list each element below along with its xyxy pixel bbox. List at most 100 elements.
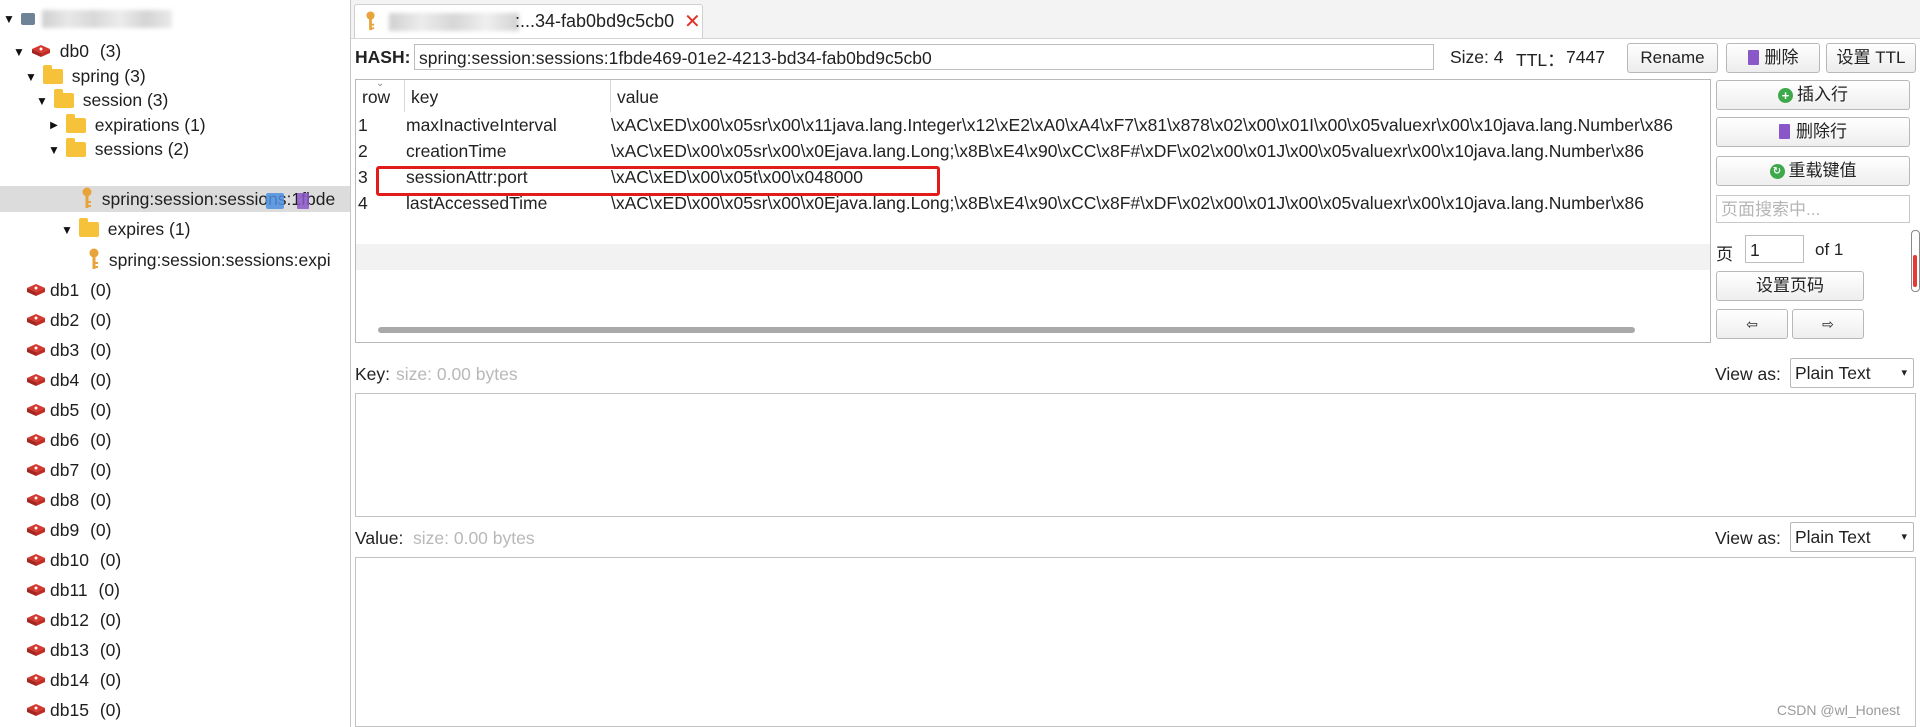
cell-row: 1 [358, 115, 368, 135]
sort-indicator-icon: ⌄ [376, 79, 385, 89]
tree-node-label: expires (1) [107, 219, 191, 239]
tree-db[interactable]: db6 (0) [26, 427, 111, 453]
tree-db[interactable]: db3 (0) [26, 337, 111, 363]
insert-row-button[interactable]: + 插入行 [1716, 80, 1910, 110]
column-header-key[interactable]: key [411, 80, 438, 112]
tree-folder-sessions[interactable]: ▼ sessions (2) [47, 136, 189, 162]
tree-db[interactable]: db12 (0) [26, 607, 121, 633]
column-divider[interactable] [610, 80, 611, 112]
db-name: db11 [50, 580, 88, 600]
tree-db[interactable]: db4 (0) [26, 367, 111, 393]
tree-db[interactable]: db14 (0) [26, 667, 121, 693]
column-header-value[interactable]: value [617, 80, 659, 112]
page-number-input[interactable]: 1 [1745, 235, 1804, 263]
trash-overlay-icon [297, 193, 309, 209]
expand-toggle-icon[interactable]: ▼ [12, 39, 26, 65]
expand-toggle-icon[interactable]: ▼ [60, 217, 74, 243]
value-format-value: Plain Text [1795, 527, 1871, 547]
key-icon [366, 11, 375, 31]
tree-db[interactable]: db15 (0) [26, 697, 121, 723]
delete-key-label: 删除 [1764, 48, 1799, 67]
key-view-as-label: View as: [1715, 364, 1781, 384]
db-count: (0) [90, 520, 112, 540]
insert-row-label: 插入行 [1797, 85, 1848, 104]
tree-node-label: session (3) [82, 90, 169, 110]
dropdown-arrow-icon: ▾ [1901, 367, 1907, 379]
column-divider[interactable] [404, 80, 405, 112]
redis-db-icon [27, 524, 45, 537]
watermark: CSDN @wl_Honest [1776, 702, 1900, 718]
db-count: (0) [99, 670, 122, 690]
tree-db0[interactable]: ▼ db0 (3) [12, 38, 121, 64]
tree-db[interactable]: db11 (0) [26, 577, 120, 603]
tree-db[interactable]: db5 (0) [26, 397, 111, 423]
tree-folder-session[interactable]: ▼ session (3) [35, 87, 168, 113]
db-count: (3) [99, 41, 122, 61]
db-count: (0) [99, 610, 122, 630]
redis-db-icon [27, 284, 45, 297]
cell-key: maxInactiveInterval [406, 115, 557, 135]
tree-folder-expires[interactable]: ▼ expires (1) [60, 216, 190, 242]
value-view-as-label: View as: [1715, 528, 1781, 548]
tree-node-label: spring (3) [71, 66, 146, 86]
value-size-text: size: 0.00 bytes [413, 528, 535, 548]
db-name: db10 [50, 550, 89, 570]
key-editor[interactable] [355, 393, 1916, 517]
cell-value: \xAC\xED\x00\x05sr\x00\x0Ejava.lang.Long… [611, 141, 1645, 161]
db-name: db12 [50, 610, 89, 630]
set-ttl-button[interactable]: 设置 TTL [1826, 43, 1916, 73]
delete-row-button[interactable]: 删除行 [1716, 117, 1910, 147]
tree-node-label: spring:session:sessions:expi [108, 250, 331, 270]
redis-db-icon [27, 674, 45, 687]
delete-key-button[interactable]: 删除 [1726, 43, 1820, 73]
tree-folder-expirations[interactable]: ▶ expirations (1) [47, 112, 206, 138]
highlight-annotation [376, 166, 940, 196]
tree-key-expires[interactable]: spring:session:sessions:expi [88, 247, 331, 273]
horizontal-scrollbar[interactable] [378, 327, 1635, 333]
table-row[interactable]: 1 maxInactiveInterval \xAC\xED\x00\x05sr… [356, 112, 1710, 138]
redis-db-icon [27, 614, 45, 627]
connection-tree: ▼ ▼ db0 (3) ▼ spring (3) ▼ session (3) ▶… [0, 0, 351, 727]
db-name: db4 [50, 370, 80, 390]
tree-db[interactable]: db1 (0) [26, 277, 111, 303]
tree-connection-root[interactable]: ▼ [2, 5, 172, 31]
tree-node-label: expirations (1) [94, 115, 206, 135]
reload-value-button[interactable]: ↻ 重载键值 [1716, 156, 1910, 186]
redis-db-icon [27, 374, 45, 387]
table-row[interactable]: 2 creationTime \xAC\xED\x00\x05sr\x00\x0… [356, 138, 1710, 164]
db-count: (0) [99, 550, 122, 570]
trash-icon [1779, 124, 1790, 140]
tree-db[interactable]: db9 (0) [26, 517, 111, 543]
key-name-field[interactable]: spring:session:sessions:1fbde469-01e2-42… [414, 44, 1434, 70]
tree-db[interactable]: db2 (0) [26, 307, 111, 333]
expand-toggle-icon[interactable]: ▼ [2, 6, 16, 32]
cell-row: 2 [358, 141, 368, 161]
value-format-select[interactable]: Plain Text ▾ [1790, 522, 1914, 552]
vertical-scrollbar-thumb[interactable] [1913, 255, 1917, 287]
tree-folder-spring[interactable]: ▼ spring (3) [24, 63, 146, 89]
tree-db[interactable]: db7 (0) [26, 457, 111, 483]
value-editor[interactable] [355, 557, 1916, 727]
tree-db[interactable]: db8 (0) [26, 487, 111, 513]
rename-button[interactable]: Rename [1627, 43, 1718, 73]
cell-row: 3 [358, 167, 368, 187]
server-icon [20, 13, 35, 26]
close-icon[interactable]: ✕ [684, 9, 701, 34]
tree-node-label: sessions (2) [94, 139, 190, 159]
set-page-button[interactable]: 设置页码 [1716, 271, 1864, 301]
tree-db[interactable]: db13 (0) [26, 637, 121, 663]
ttl-value: 7447 [1566, 47, 1605, 67]
key-format-select[interactable]: Plain Text ▾ [1790, 358, 1914, 388]
page-label: 页 [1716, 245, 1733, 264]
key-icon [82, 187, 92, 209]
tab-active-key[interactable]: :...34-fab0bd9c5cb0 ✕ [354, 4, 703, 38]
expand-toggle-icon[interactable]: ▼ [47, 137, 61, 163]
next-page-button[interactable]: ⇨ [1792, 309, 1864, 339]
cell-key: creationTime [406, 141, 507, 161]
tree-db[interactable]: db10 (0) [26, 547, 121, 573]
page-search-input[interactable]: 页面搜索中... [1716, 195, 1910, 223]
db-count: (0) [90, 340, 112, 360]
prev-page-button[interactable]: ⇦ [1716, 309, 1788, 339]
expand-toggle-icon[interactable]: ▼ [35, 88, 49, 114]
delete-row-label: 删除行 [1796, 122, 1847, 141]
